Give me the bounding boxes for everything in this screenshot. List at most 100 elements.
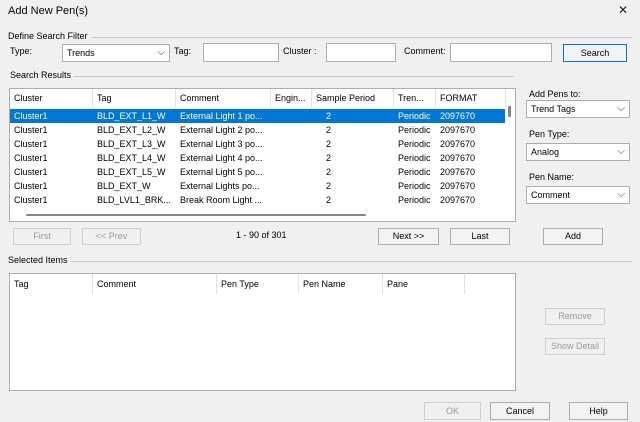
cell-cluster: Cluster1 xyxy=(14,125,48,135)
help-button[interactable]: Help xyxy=(569,402,628,420)
selected-column-header-tag[interactable]: Tag xyxy=(10,274,93,294)
cell-trend-type: Periodic xyxy=(398,153,431,163)
ok-button[interactable]: OK xyxy=(424,402,481,420)
add-pens-to-value: Trend Tags xyxy=(531,104,576,114)
cell-comment: External Light 2 po... xyxy=(180,125,263,135)
column-header-format[interactable]: FORMAT xyxy=(436,89,506,107)
next-button[interactable]: Next >> xyxy=(378,228,439,245)
table-row[interactable]: Cluster1 BLD_EXT_W External Lights po... 2 P… xyxy=(10,179,505,193)
cell-comment: External Light 5 po... xyxy=(180,167,263,177)
cell-sample-period: 2 xyxy=(326,195,332,205)
add-pens-to-select[interactable]: Trend Tags ⌵ xyxy=(526,100,630,118)
search-filter-group-label: Define Search Filter xyxy=(8,31,88,41)
cell-tag: BLD_EXT_L4_W xyxy=(97,153,166,163)
cell-cluster: Cluster1 xyxy=(14,181,48,191)
column-header-trend-type[interactable]: Tren... xyxy=(394,89,436,107)
window-title: Add New Pen(s) xyxy=(8,5,89,17)
selected-items-group-label: Selected Items xyxy=(8,255,68,265)
selected-column-header-pane[interactable]: Pane xyxy=(383,274,465,294)
column-header-sample-period[interactable]: Sample Period xyxy=(312,89,394,107)
cell-comment: External Light 4 po... xyxy=(180,153,263,163)
add-button[interactable]: Add xyxy=(543,228,603,245)
table-row[interactable]: Cluster1 BLD_EXT_L5_W External Light 5 po.… xyxy=(10,165,505,179)
close-icon[interactable]: ✕ xyxy=(618,3,628,17)
pen-type-select[interactable]: Analog ⌵ xyxy=(526,143,630,161)
comment-input[interactable] xyxy=(450,43,552,62)
cell-sample-period: 2 xyxy=(326,111,332,121)
pen-name-label: Pen Name: xyxy=(529,172,575,182)
cell-format: 2097670 xyxy=(440,139,476,149)
cell-trend-type: Periodic xyxy=(398,139,431,149)
cell-trend-type: Periodic xyxy=(398,125,431,135)
type-label: Type: xyxy=(10,46,33,56)
chevron-down-icon: ⌵ xyxy=(157,47,165,58)
search-filter-divider xyxy=(92,37,632,38)
cell-trend-type: Periodic xyxy=(398,195,431,205)
chevron-down-icon: ⌵ xyxy=(617,146,625,157)
cell-format: 2097670 xyxy=(440,195,476,205)
column-header-cluster[interactable]: Cluster xyxy=(10,89,93,107)
prev-button[interactable]: << Prev xyxy=(82,228,141,245)
search-results-divider xyxy=(74,76,514,77)
cell-tag: BLD_EXT_L3_W xyxy=(97,139,166,149)
selected-column-header-pen-type[interactable]: Pen Type xyxy=(217,274,299,294)
type-select[interactable]: Trends ⌵ xyxy=(62,44,170,62)
cancel-button[interactable]: Cancel xyxy=(490,402,550,420)
tag-input[interactable] xyxy=(203,43,279,62)
table-row[interactable]: Cluster1 BLD_EXT_L1_W External Light 1 po.… xyxy=(10,109,505,123)
table-row[interactable]: Cluster1 BLD_EXT_L3_W External Light 3 po.… xyxy=(10,137,505,151)
cell-format: 2097670 xyxy=(440,111,476,121)
cell-format: 2097670 xyxy=(440,167,476,177)
cell-tag: BLD_LVL1_BRK... xyxy=(97,195,171,205)
pen-type-label: Pen Type: xyxy=(529,129,570,139)
table-row[interactable]: Cluster1 BLD_EXT_L4_W External Light 4 po.… xyxy=(10,151,505,165)
show-detail-button[interactable]: Show Detail xyxy=(545,338,605,355)
search-results-group-label: Search Results xyxy=(10,70,72,80)
selected-column-header-pen-name[interactable]: Pen Name xyxy=(299,274,383,294)
cell-cluster: Cluster1 xyxy=(14,195,48,205)
selected-column-header-comment[interactable]: Comment xyxy=(93,274,217,294)
column-header-tag[interactable]: Tag xyxy=(93,89,176,107)
selected-items-list[interactable]: Tag Comment Pen Type Pen Name Pane xyxy=(9,273,516,391)
cell-trend-type: Periodic xyxy=(398,111,431,121)
cell-format: 2097670 xyxy=(440,153,476,163)
cell-sample-period: 2 xyxy=(326,167,332,177)
horizontal-scrollbar-thumb[interactable] xyxy=(26,214,366,216)
cell-format: 2097670 xyxy=(440,181,476,191)
table-row[interactable]: Cluster1 BLD_EXT_L2_W External Light 2 po.… xyxy=(10,123,505,137)
pen-name-select[interactable]: Comment ⌵ xyxy=(526,186,630,204)
search-results-list[interactable]: Cluster Tag Comment Engin... Sample Peri… xyxy=(9,88,516,222)
cell-cluster: Cluster1 xyxy=(14,139,48,149)
selected-items-divider xyxy=(70,261,632,262)
cell-comment: External Lights po... xyxy=(180,181,260,191)
cell-cluster: Cluster1 xyxy=(14,153,48,163)
remove-button[interactable]: Remove xyxy=(545,308,605,325)
pen-name-value: Comment xyxy=(531,190,571,200)
last-button[interactable]: Last xyxy=(450,228,510,245)
cell-sample-period: 2 xyxy=(326,153,332,163)
cell-trend-type: Periodic xyxy=(398,181,431,191)
column-header-comment[interactable]: Comment xyxy=(176,89,271,107)
cell-tag: BLD_EXT_L1_W xyxy=(97,111,166,121)
cell-comment: Break Room Light ... xyxy=(180,195,263,205)
cell-trend-type: Periodic xyxy=(398,167,431,177)
column-header-engineering[interactable]: Engin... xyxy=(271,89,312,107)
cell-format: 2097670 xyxy=(440,125,476,135)
vertical-scrollbar-thumb[interactable] xyxy=(508,106,511,117)
pen-type-value: Analog xyxy=(531,147,560,157)
cell-sample-period: 2 xyxy=(326,181,332,191)
comment-label: Comment: xyxy=(404,46,446,56)
type-select-value: Trends xyxy=(67,48,95,58)
cell-tag: BLD_EXT_W xyxy=(97,181,151,191)
cell-cluster: Cluster1 xyxy=(14,111,48,121)
cell-cluster: Cluster1 xyxy=(14,167,48,177)
chevron-down-icon: ⌵ xyxy=(617,103,625,114)
search-button[interactable]: Search xyxy=(563,44,627,62)
cell-comment: External Light 3 po... xyxy=(180,139,263,149)
cluster-input[interactable] xyxy=(326,43,396,62)
cell-tag: BLD_EXT_L5_W xyxy=(97,167,166,177)
cell-sample-period: 2 xyxy=(326,125,332,135)
table-row[interactable]: Cluster1 BLD_LVL1_BRK... Break Room Light … xyxy=(10,193,505,207)
first-button[interactable]: First xyxy=(13,228,71,245)
tag-label: Tag: xyxy=(174,46,192,56)
